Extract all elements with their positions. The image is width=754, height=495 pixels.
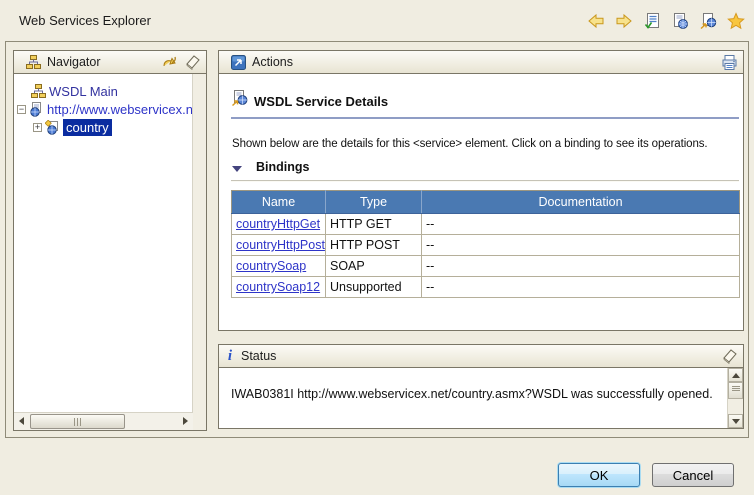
main-toolbar [586, 11, 745, 30]
status-panel: i Status IWAB0381I http://www.webservice… [218, 344, 744, 429]
ok-button[interactable]: OK [558, 463, 640, 487]
heading-rule [231, 117, 739, 119]
info-icon: i [224, 348, 236, 365]
binding-link[interactable]: countryHttpPost [236, 238, 325, 252]
table-row: countryHttpPost HTTP POST -- [232, 235, 740, 256]
clear-status-eraser-icon[interactable] [721, 348, 738, 365]
status-vertical-scrollbar[interactable] [727, 368, 743, 428]
service-icon [45, 120, 60, 135]
actions-icon [230, 54, 247, 71]
scroll-grip [74, 418, 75, 426]
scroll-right-icon[interactable] [183, 417, 188, 425]
column-header-type: Type [326, 191, 422, 214]
binding-link[interactable]: countryHttpGet [236, 217, 320, 231]
status-content: IWAB0381I http://www.webservicex.net/cou… [218, 368, 744, 429]
wsdl-main-icon [31, 84, 46, 99]
print-icon[interactable] [721, 54, 738, 71]
column-header-name: Name [232, 191, 326, 214]
web-services-explorer-dialog: Web Services Explorer [0, 0, 754, 495]
wsdl-document-icon [29, 102, 44, 117]
navigator-title: Navigator [47, 55, 101, 69]
binding-type: SOAP [326, 256, 422, 277]
horizontal-scroll-thumb[interactable] [30, 414, 125, 429]
navigator-panel: Navigator [13, 50, 207, 431]
forward-icon[interactable] [614, 11, 633, 30]
wsdl-page-icon[interactable] [698, 11, 717, 30]
actions-title: Actions [252, 55, 293, 69]
bindings-table: Name Type Documentation countryHttpGet H… [231, 190, 740, 298]
table-row: countryHttpGet HTTP GET -- [232, 214, 740, 235]
navigator-horizontal-scrollbar[interactable] [14, 412, 193, 430]
table-header-row: Name Type Documentation [232, 191, 740, 214]
scroll-up-icon[interactable] [728, 368, 743, 382]
collapse-expander-icon[interactable]: − [17, 105, 26, 114]
tree-item-country[interactable]: + country [14, 118, 192, 136]
tree-item-wsdl-main[interactable]: WSDL Main [14, 82, 192, 100]
collapse-twistie-icon[interactable] [232, 166, 242, 172]
wsil-page-icon[interactable] [670, 11, 689, 30]
scroll-grip [732, 388, 740, 389]
details-heading: WSDL Service Details [254, 94, 388, 109]
binding-documentation: -- [422, 214, 740, 235]
binding-type: HTTP POST [326, 235, 422, 256]
binding-link[interactable]: countrySoap [236, 259, 306, 273]
back-icon[interactable] [586, 11, 605, 30]
binding-type: HTTP GET [326, 214, 422, 235]
actions-content: WSDL Service Details Shown below are the… [218, 74, 744, 331]
binding-documentation: -- [422, 277, 740, 298]
status-title: Status [241, 349, 276, 363]
table-row: countrySoap12 Unsupported -- [232, 277, 740, 298]
navigator-header: Navigator [13, 50, 207, 74]
details-heading-row: WSDL Service Details [231, 90, 388, 112]
binding-documentation: -- [422, 235, 740, 256]
navigator-tree: WSDL Main − http://www.webserv [14, 82, 192, 136]
vertical-scroll-thumb[interactable] [728, 382, 743, 399]
navigator-vertical-scrollbar[interactable] [192, 74, 206, 430]
launch-icon[interactable] [161, 54, 178, 71]
table-row: countrySoap SOAP -- [232, 256, 740, 277]
binding-documentation: -- [422, 256, 740, 277]
scroll-down-icon[interactable] [728, 414, 743, 428]
navigator-icon [25, 54, 42, 71]
bindings-section-header[interactable]: Bindings [232, 160, 309, 174]
binding-link[interactable]: countrySoap12 [236, 280, 320, 294]
tree-item-label-selected: country [63, 119, 112, 136]
scroll-left-icon[interactable] [19, 417, 24, 425]
navigator-tree-area: WSDL Main − http://www.webserv [13, 74, 207, 431]
details-description: Shown below are the details for this <se… [232, 138, 708, 150]
status-message: IWAB0381I http://www.webservicex.net/cou… [231, 387, 713, 401]
tree-item-label: http://www.webservicex.n [47, 102, 193, 117]
actions-panel: Actions [218, 50, 744, 331]
tree-item-wsdl-url[interactable]: − http://www.webservicex.n [14, 100, 192, 118]
bindings-separator [231, 180, 739, 182]
actions-header: Actions [218, 50, 744, 74]
uddi-page-icon[interactable] [642, 11, 661, 30]
status-header: i Status [218, 344, 744, 368]
binding-type: Unsupported [326, 277, 422, 298]
page-title: Web Services Explorer [19, 13, 151, 28]
cancel-button[interactable]: Cancel [652, 463, 734, 487]
favorites-star-icon[interactable] [726, 11, 745, 30]
tree-item-label: WSDL Main [49, 84, 118, 99]
column-header-documentation: Documentation [422, 191, 740, 214]
expand-expander-icon[interactable]: + [33, 123, 42, 132]
bindings-title: Bindings [256, 160, 309, 174]
clear-eraser-icon[interactable] [184, 54, 201, 71]
explorer-frame: Navigator [5, 41, 749, 438]
wsdl-service-details-icon [231, 90, 248, 112]
